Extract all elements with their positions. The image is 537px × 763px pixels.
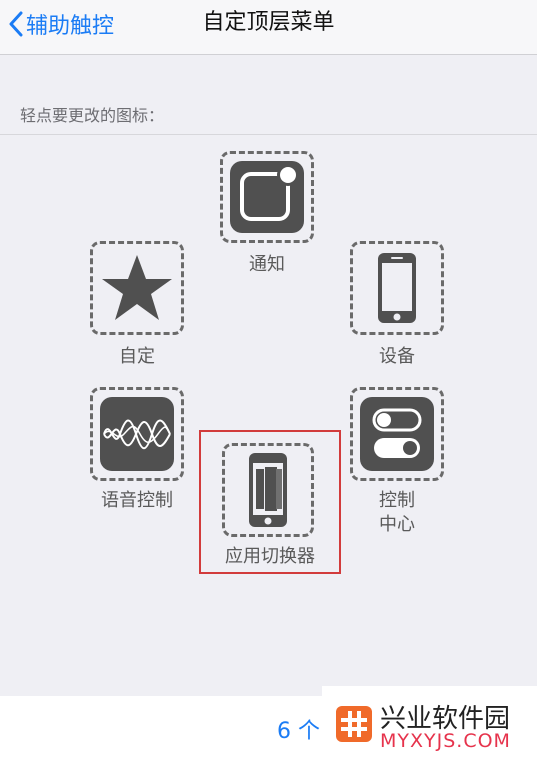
toggle-switches-icon [360, 397, 434, 471]
slot-app-switcher[interactable] [222, 443, 314, 537]
navigation-bar: 辅助触控 自定顶层菜单 [0, 0, 537, 55]
caption-device: 设备 [379, 346, 415, 367]
section-label: 轻点要更改的图标： [20, 106, 165, 125]
slot-custom[interactable] [90, 241, 184, 335]
icon-count[interactable]: 6 个 [277, 713, 320, 745]
watermark-logo-icon [336, 706, 372, 742]
star-icon [100, 251, 174, 325]
notification-icon [230, 161, 304, 233]
phone-icon [360, 251, 434, 325]
slot-control-center[interactable] [350, 387, 444, 481]
caption-app-switcher: 应用切换器 [225, 546, 315, 567]
app-switcher-icon [232, 453, 304, 527]
waveform-icon [100, 397, 174, 471]
watermark-url: MYXYJS.COM [380, 730, 511, 752]
caption-custom: 自定 [119, 346, 155, 367]
caption-control-center-line1: 控制 [379, 490, 415, 511]
watermark: 兴业软件园 MYXYJS.COM [322, 686, 537, 763]
caption-voice-control: 语音控制 [101, 490, 173, 511]
slot-notification[interactable] [220, 151, 314, 243]
slot-device[interactable] [350, 241, 444, 335]
divider [0, 134, 537, 135]
caption-control-center-line2: 中心 [379, 514, 415, 535]
page-title: 自定顶层菜单 [202, 10, 335, 35]
slot-voice-control[interactable] [90, 387, 184, 481]
caption-notification: 通知 [249, 254, 285, 275]
